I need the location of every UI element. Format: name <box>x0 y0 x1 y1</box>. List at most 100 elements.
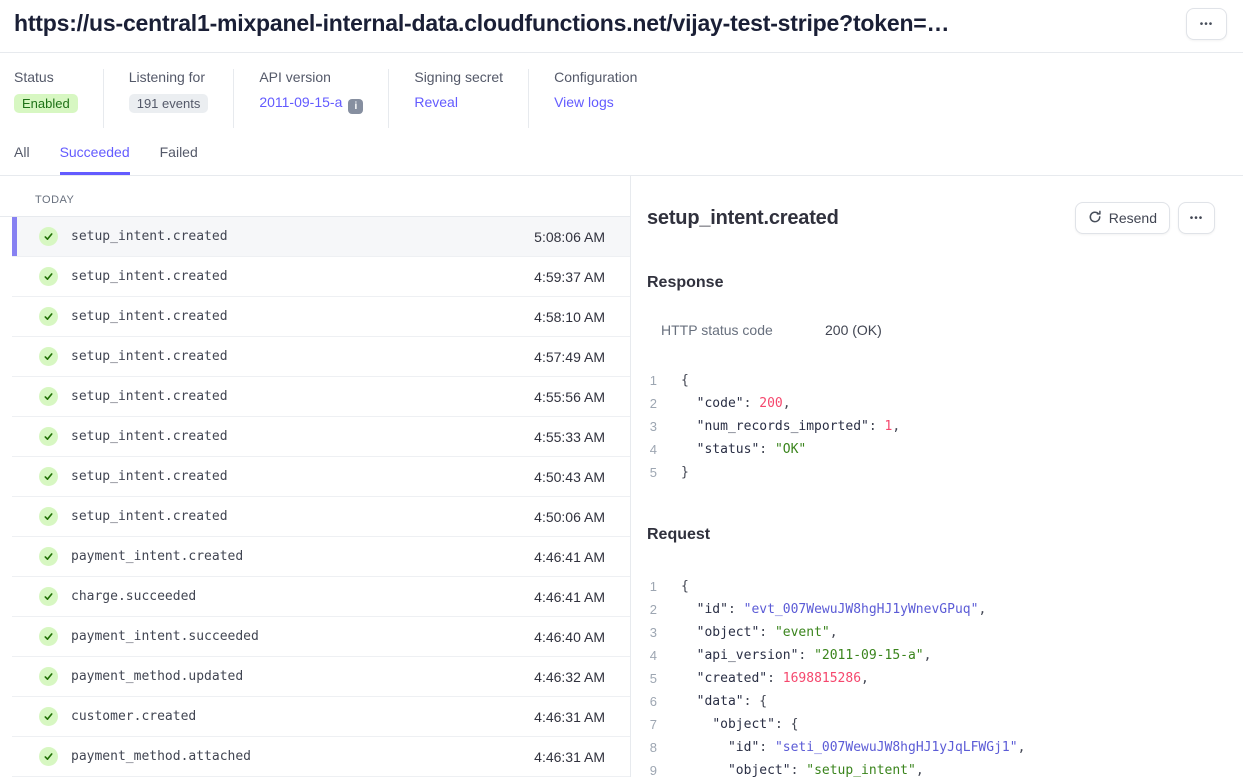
response-heading: Response <box>647 274 1215 292</box>
line-number: 4 <box>647 648 657 663</box>
code-text: "code": 200, <box>681 396 791 411</box>
line-number: 1 <box>647 579 657 594</box>
success-check-icon <box>39 587 58 606</box>
resend-button[interactable]: Resend <box>1075 202 1170 234</box>
header-more-button[interactable]: ••• <box>1186 8 1227 40</box>
detail-header: setup_intent.created Resend ••• <box>647 202 1215 234</box>
event-time: 4:57:49 AM <box>534 349 605 365</box>
ellipsis-icon: ••• <box>1190 213 1204 224</box>
code-line: 2 "id": "evt_007WewuJW8hgHJ1yWnevGPuq", <box>647 598 1215 621</box>
line-number: 2 <box>647 602 657 617</box>
code-text: { <box>681 373 689 388</box>
event-row[interactable]: payment_method.updated 4:46:32 AM <box>12 657 630 697</box>
code-line: 1 { <box>647 369 1215 392</box>
event-row[interactable]: setup_intent.created 4:50:43 AM <box>12 457 630 497</box>
event-time: 4:50:43 AM <box>534 469 605 485</box>
event-time: 4:46:41 AM <box>534 589 605 605</box>
event-time: 4:55:56 AM <box>534 389 605 405</box>
meta-status: Status Enabled <box>14 69 104 128</box>
event-row[interactable]: payment_intent.created 4:46:41 AM <box>12 537 630 577</box>
meta-api-version: API version 2011-09-15-ai <box>259 69 389 128</box>
code-line: 4 "api_version": "2011-09-15-a", <box>647 644 1215 667</box>
code-text: "id": "seti_007WewuJW8hgHJ1yJqLFWGj1", <box>681 740 1025 755</box>
code-line: 1 { <box>647 575 1215 598</box>
success-check-icon <box>39 307 58 326</box>
event-time: 5:08:06 AM <box>534 229 605 245</box>
event-row[interactable]: customer.created 4:46:31 AM <box>12 697 630 737</box>
event-name: setup_intent.created <box>71 389 228 404</box>
code-text: "status": "OK" <box>681 442 806 457</box>
code-text: "id": "evt_007WewuJW8hgHJ1yWnevGPuq", <box>681 602 986 617</box>
main-content: TODAY setup_intent.created 5:08:06 AM se… <box>0 176 1243 777</box>
detail-actions: Resend ••• <box>1075 202 1215 234</box>
meta-configuration: Configuration View logs <box>554 69 662 128</box>
success-check-icon <box>39 667 58 686</box>
tab-failed[interactable]: Failed <box>160 144 198 175</box>
event-name: setup_intent.created <box>71 469 228 484</box>
event-row[interactable]: setup_intent.created 4:55:56 AM <box>12 377 630 417</box>
event-row[interactable]: payment_method.attached 4:46:31 AM <box>12 737 630 777</box>
code-line: 2 "code": 200, <box>647 392 1215 415</box>
event-name: payment_method.updated <box>71 669 243 684</box>
success-check-icon <box>39 267 58 286</box>
meta-signing-secret: Signing secret Reveal <box>414 69 529 128</box>
status-badge: Enabled <box>14 94 78 113</box>
success-check-icon <box>39 547 58 566</box>
event-row[interactable]: setup_intent.created 4:58:10 AM <box>12 297 630 337</box>
event-row[interactable]: charge.succeeded 4:46:41 AM <box>12 577 630 617</box>
event-name: setup_intent.created <box>71 429 228 444</box>
success-check-icon <box>39 707 58 726</box>
response-code-block: 1 { 2 "code": 200, 3 "num_records_import… <box>647 369 1215 484</box>
event-row[interactable]: setup_intent.created 4:50:06 AM <box>12 497 630 537</box>
event-detail-pane: setup_intent.created Resend ••• Response… <box>631 176 1243 777</box>
request-heading: Request <box>647 526 1215 544</box>
code-line: 4 "status": "OK" <box>647 438 1215 461</box>
http-status-row: HTTP status code 200 (OK) <box>647 322 1215 338</box>
code-line: 9 "object": "setup_intent", <box>647 759 1215 777</box>
view-logs-link[interactable]: View logs <box>554 94 614 110</box>
success-check-icon <box>39 507 58 526</box>
event-name: setup_intent.created <box>71 269 228 284</box>
event-name: payment_method.attached <box>71 749 251 764</box>
success-check-icon <box>39 387 58 406</box>
event-time: 4:46:31 AM <box>534 709 605 725</box>
event-list: setup_intent.created 5:08:06 AM setup_in… <box>0 217 630 777</box>
line-number: 8 <box>647 740 657 755</box>
event-row[interactable]: setup_intent.created 4:55:33 AM <box>12 417 630 457</box>
reveal-secret-link[interactable]: Reveal <box>414 94 458 110</box>
api-version-value[interactable]: 2011-09-15-a <box>259 94 342 110</box>
event-time: 4:58:10 AM <box>534 309 605 325</box>
event-row[interactable]: payment_intent.succeeded 4:46:40 AM <box>12 617 630 657</box>
event-row[interactable]: setup_intent.created 5:08:06 AM <box>12 217 630 257</box>
listening-for-label: Listening for <box>129 69 209 85</box>
event-row[interactable]: setup_intent.created 4:57:49 AM <box>12 337 630 377</box>
resend-label: Resend <box>1109 210 1157 226</box>
detail-more-button[interactable]: ••• <box>1178 202 1215 234</box>
page-header: https://us-central1-mixpanel-internal-da… <box>0 0 1243 53</box>
tab-succeeded[interactable]: Succeeded <box>60 144 130 175</box>
code-line: 5 "created": 1698815286, <box>647 667 1215 690</box>
event-time: 4:50:06 AM <box>534 509 605 525</box>
configuration-label: Configuration <box>554 69 637 85</box>
info-icon[interactable]: i <box>348 99 363 114</box>
event-time: 4:55:33 AM <box>534 429 605 445</box>
http-status-label: HTTP status code <box>661 322 825 338</box>
success-check-icon <box>39 347 58 366</box>
success-check-icon <box>39 627 58 646</box>
code-text: "num_records_imported": 1, <box>681 419 900 434</box>
line-number: 4 <box>647 442 657 457</box>
line-number: 3 <box>647 419 657 434</box>
success-check-icon <box>39 227 58 246</box>
code-line: 3 "object": "event", <box>647 621 1215 644</box>
line-number: 5 <box>647 671 657 686</box>
endpoint-meta-row: Status Enabled Listening for 191 events … <box>0 53 1243 128</box>
event-filter-tabs: All Succeeded Failed <box>0 128 1243 176</box>
event-row[interactable]: setup_intent.created 4:59:37 AM <box>12 257 630 297</box>
code-text: "object": { <box>681 717 798 732</box>
detail-title: setup_intent.created <box>647 207 839 230</box>
code-line: 5 } <box>647 461 1215 484</box>
tab-all[interactable]: All <box>14 144 30 175</box>
event-time: 4:46:40 AM <box>534 629 605 645</box>
signing-secret-label: Signing secret <box>414 69 503 85</box>
event-time: 4:46:31 AM <box>534 749 605 765</box>
